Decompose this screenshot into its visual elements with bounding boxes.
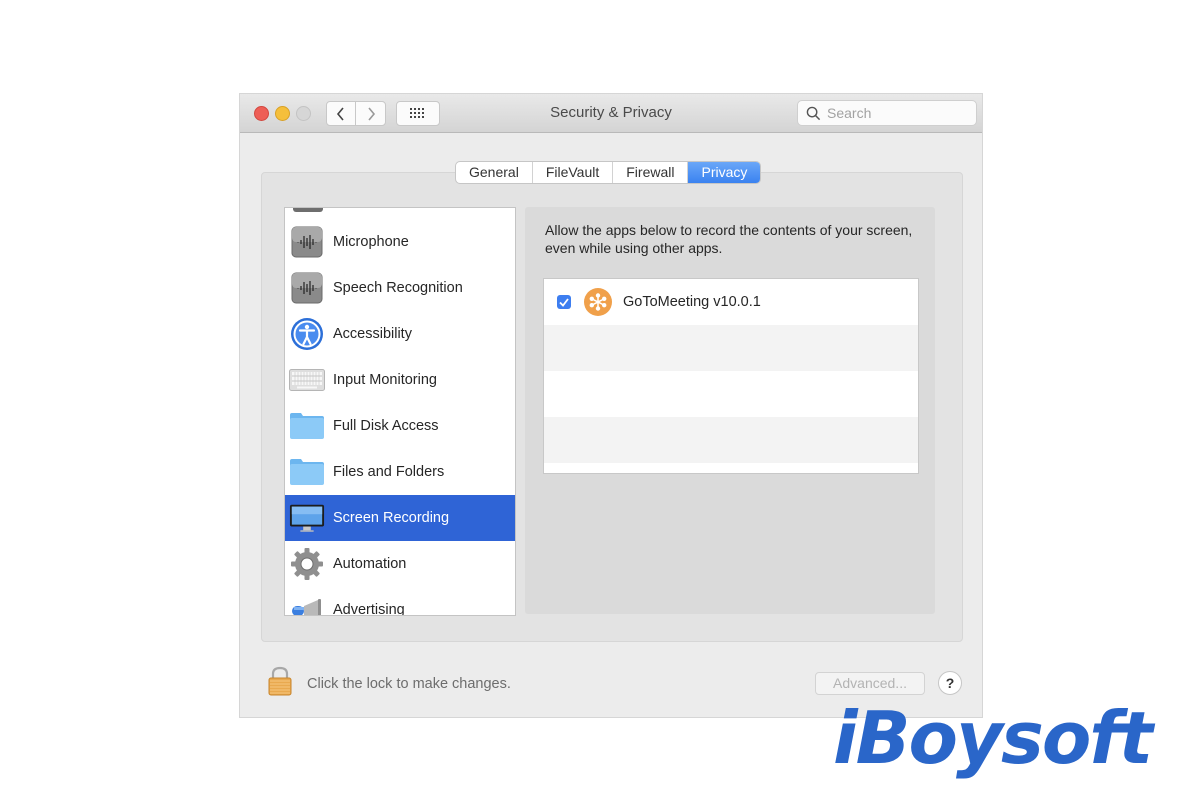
sidebar-item-label: Advertising	[333, 602, 405, 616]
waveform-icon	[289, 224, 325, 260]
sidebar-item-label: Automation	[333, 556, 407, 572]
gotomeeting-icon	[584, 288, 612, 316]
search-field[interactable]	[797, 100, 977, 126]
help-button[interactable]: ?	[938, 671, 962, 695]
monitor-icon	[289, 500, 325, 536]
sidebar-item-screen-recording[interactable]: Screen Recording	[285, 495, 515, 541]
search-input[interactable]	[825, 104, 969, 122]
folder-icon	[289, 454, 325, 490]
iboysoft-watermark-logo: iBoysoft	[833, 696, 1153, 780]
empty-row	[544, 325, 918, 371]
sidebar-item-label: Speech Recognition	[333, 280, 463, 296]
tab-bar: General FileVault Firewall Privacy	[455, 161, 762, 184]
padlock-icon	[268, 666, 292, 696]
search-icon	[806, 106, 821, 120]
tab-filevault[interactable]: FileVault	[533, 162, 614, 183]
accessibility-icon	[289, 316, 325, 352]
sidebar-item-label: Screen Recording	[333, 510, 450, 526]
tab-firewall[interactable]: Firewall	[613, 162, 689, 183]
app-row[interactable]: GoToMeeting v10.0.1	[544, 279, 918, 325]
sidebar-item-speech-recognition[interactable]: Speech Recognition	[285, 265, 515, 311]
sidebar-item-input-monitoring[interactable]: Input Monitoring	[285, 357, 515, 403]
sidebar-item-label: Files and Folders	[333, 464, 445, 480]
checkmark-icon	[559, 297, 569, 307]
app-list: GoToMeeting v10.0.1	[543, 278, 919, 474]
lock-button[interactable]	[267, 666, 293, 696]
app-name: GoToMeeting v10.0.1	[623, 294, 761, 310]
title-bar: Security & Privacy	[240, 94, 982, 133]
sidebar-item-full-disk-access[interactable]: Full Disk Access	[285, 403, 515, 449]
sidebar-item-label: Full Disk Access	[333, 418, 439, 434]
privacy-category-list[interactable]: Microphone Speech Recognition Accessibil…	[284, 207, 516, 616]
sidebar-item-files-and-folders[interactable]: Files and Folders	[285, 449, 515, 495]
gear-icon	[289, 546, 325, 582]
sidebar-item-automation[interactable]: Automation	[285, 541, 515, 587]
advanced-button[interactable]: Advanced...	[815, 672, 925, 695]
folder-icon	[289, 408, 325, 444]
sidebar-item-label: Accessibility	[333, 326, 412, 342]
sidebar-item-label: Microphone	[333, 234, 409, 250]
security-privacy-window: Security & Privacy General FileVault Fir…	[240, 94, 982, 717]
partial-item-icon	[293, 208, 323, 212]
waveform-icon	[289, 270, 325, 306]
lock-message: Click the lock to make changes.	[307, 676, 511, 692]
sidebar-item-label: Input Monitoring	[333, 372, 437, 388]
panel-description: Allow the apps below to record the conte…	[545, 222, 913, 256]
empty-row	[544, 371, 918, 417]
tab-general[interactable]: General	[456, 162, 533, 183]
keyboard-icon	[289, 362, 325, 398]
app-checkbox[interactable]	[557, 295, 571, 309]
megaphone-icon	[289, 592, 325, 615]
tab-privacy[interactable]: Privacy	[688, 162, 761, 183]
sidebar-item-microphone[interactable]: Microphone	[285, 219, 515, 265]
sidebar-item-advertising[interactable]: Advertising	[285, 587, 515, 616]
sidebar-item-accessibility[interactable]: Accessibility	[285, 311, 515, 357]
empty-row	[544, 417, 918, 463]
screen-recording-panel: Allow the apps below to record the conte…	[525, 207, 935, 614]
